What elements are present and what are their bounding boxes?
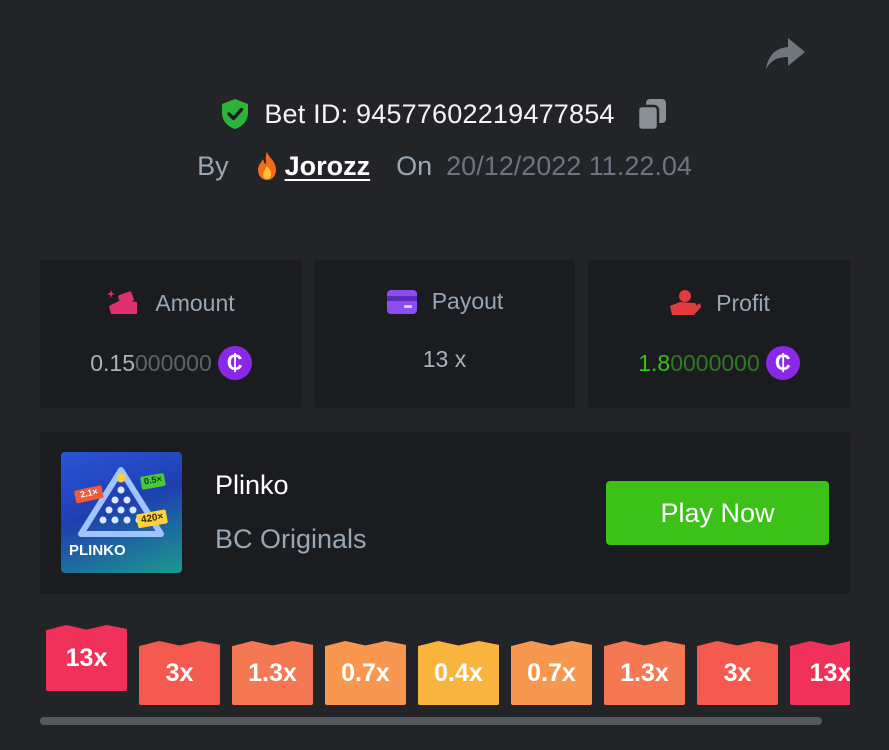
horizontal-scrollbar[interactable]	[40, 717, 822, 725]
by-label: By	[197, 150, 229, 181]
on-label: On	[396, 150, 433, 181]
game-thumbnail[interactable]: 2.1× 0.5× 420× PLINKO	[61, 452, 182, 573]
share-arrow-icon	[766, 38, 805, 69]
amount-value: 0.15000000	[90, 349, 212, 376]
copy-icon	[636, 99, 666, 131]
play-now-button[interactable]: Play Now	[606, 481, 829, 545]
multiplier-tile: 3x	[139, 641, 220, 705]
multiplier-tile: 13x	[790, 641, 850, 705]
multiplier-tile: 0.7x	[511, 641, 592, 705]
coin-icon: ₵	[765, 346, 800, 380]
payout-card: Payout 13 x	[314, 260, 575, 408]
profit-card: Profit 1.80000000 ₵	[588, 260, 850, 408]
game-card: 2.1× 0.5× 420× PLINKO Plinko BC Original…	[40, 432, 850, 594]
username-text: Jorozz	[284, 150, 371, 181]
profit-value: 1.80000000	[638, 349, 760, 376]
share-button[interactable]	[762, 34, 808, 74]
payout-label: Payout	[431, 288, 504, 314]
multiplier-tile: 0.4x	[418, 641, 499, 705]
fire-icon	[257, 152, 276, 180]
multiplier-tile: 0.7x	[325, 641, 406, 705]
bet-timestamp: 20/12/2022 11.22.04	[446, 150, 692, 181]
copy-button[interactable]	[635, 96, 669, 132]
author-row: By Jorozz On 20/12/2022 11.22.04	[0, 146, 889, 186]
profit-label: Profit	[716, 289, 770, 316]
multiplier-tile: 1.3x	[604, 641, 685, 705]
bet-id-row: Bet ID: 94577602219477854	[0, 92, 889, 136]
thumb-title: PLINKO	[69, 542, 126, 559]
amount-label: Amount	[155, 289, 235, 316]
multiplier-tile: 1.3x	[232, 641, 313, 705]
multiplier-tile: 3x	[697, 641, 778, 705]
coin-icon: ₵	[217, 346, 252, 380]
multiplier-row: 13x 3x 1.3x 0.7x 0.4x 0.7x 1.3x 3x 13x	[40, 620, 850, 712]
game-provider: BC Originals	[215, 524, 367, 554]
bet-id-text: Bet ID: 94577602219477854	[264, 98, 615, 129]
username-link[interactable]: Jorozz	[255, 150, 371, 182]
amount-card: Amount 0.15000000 ₵	[40, 260, 302, 408]
profit-hand-icon	[670, 290, 702, 315]
card-icon	[386, 289, 417, 314]
shield-check-icon	[222, 99, 249, 129]
payout-value: 13 x	[422, 346, 467, 372]
game-name[interactable]: Plinko	[215, 470, 289, 501]
multiplier-tile: 13x	[46, 625, 127, 691]
wallet-hand-icon	[107, 290, 138, 314]
